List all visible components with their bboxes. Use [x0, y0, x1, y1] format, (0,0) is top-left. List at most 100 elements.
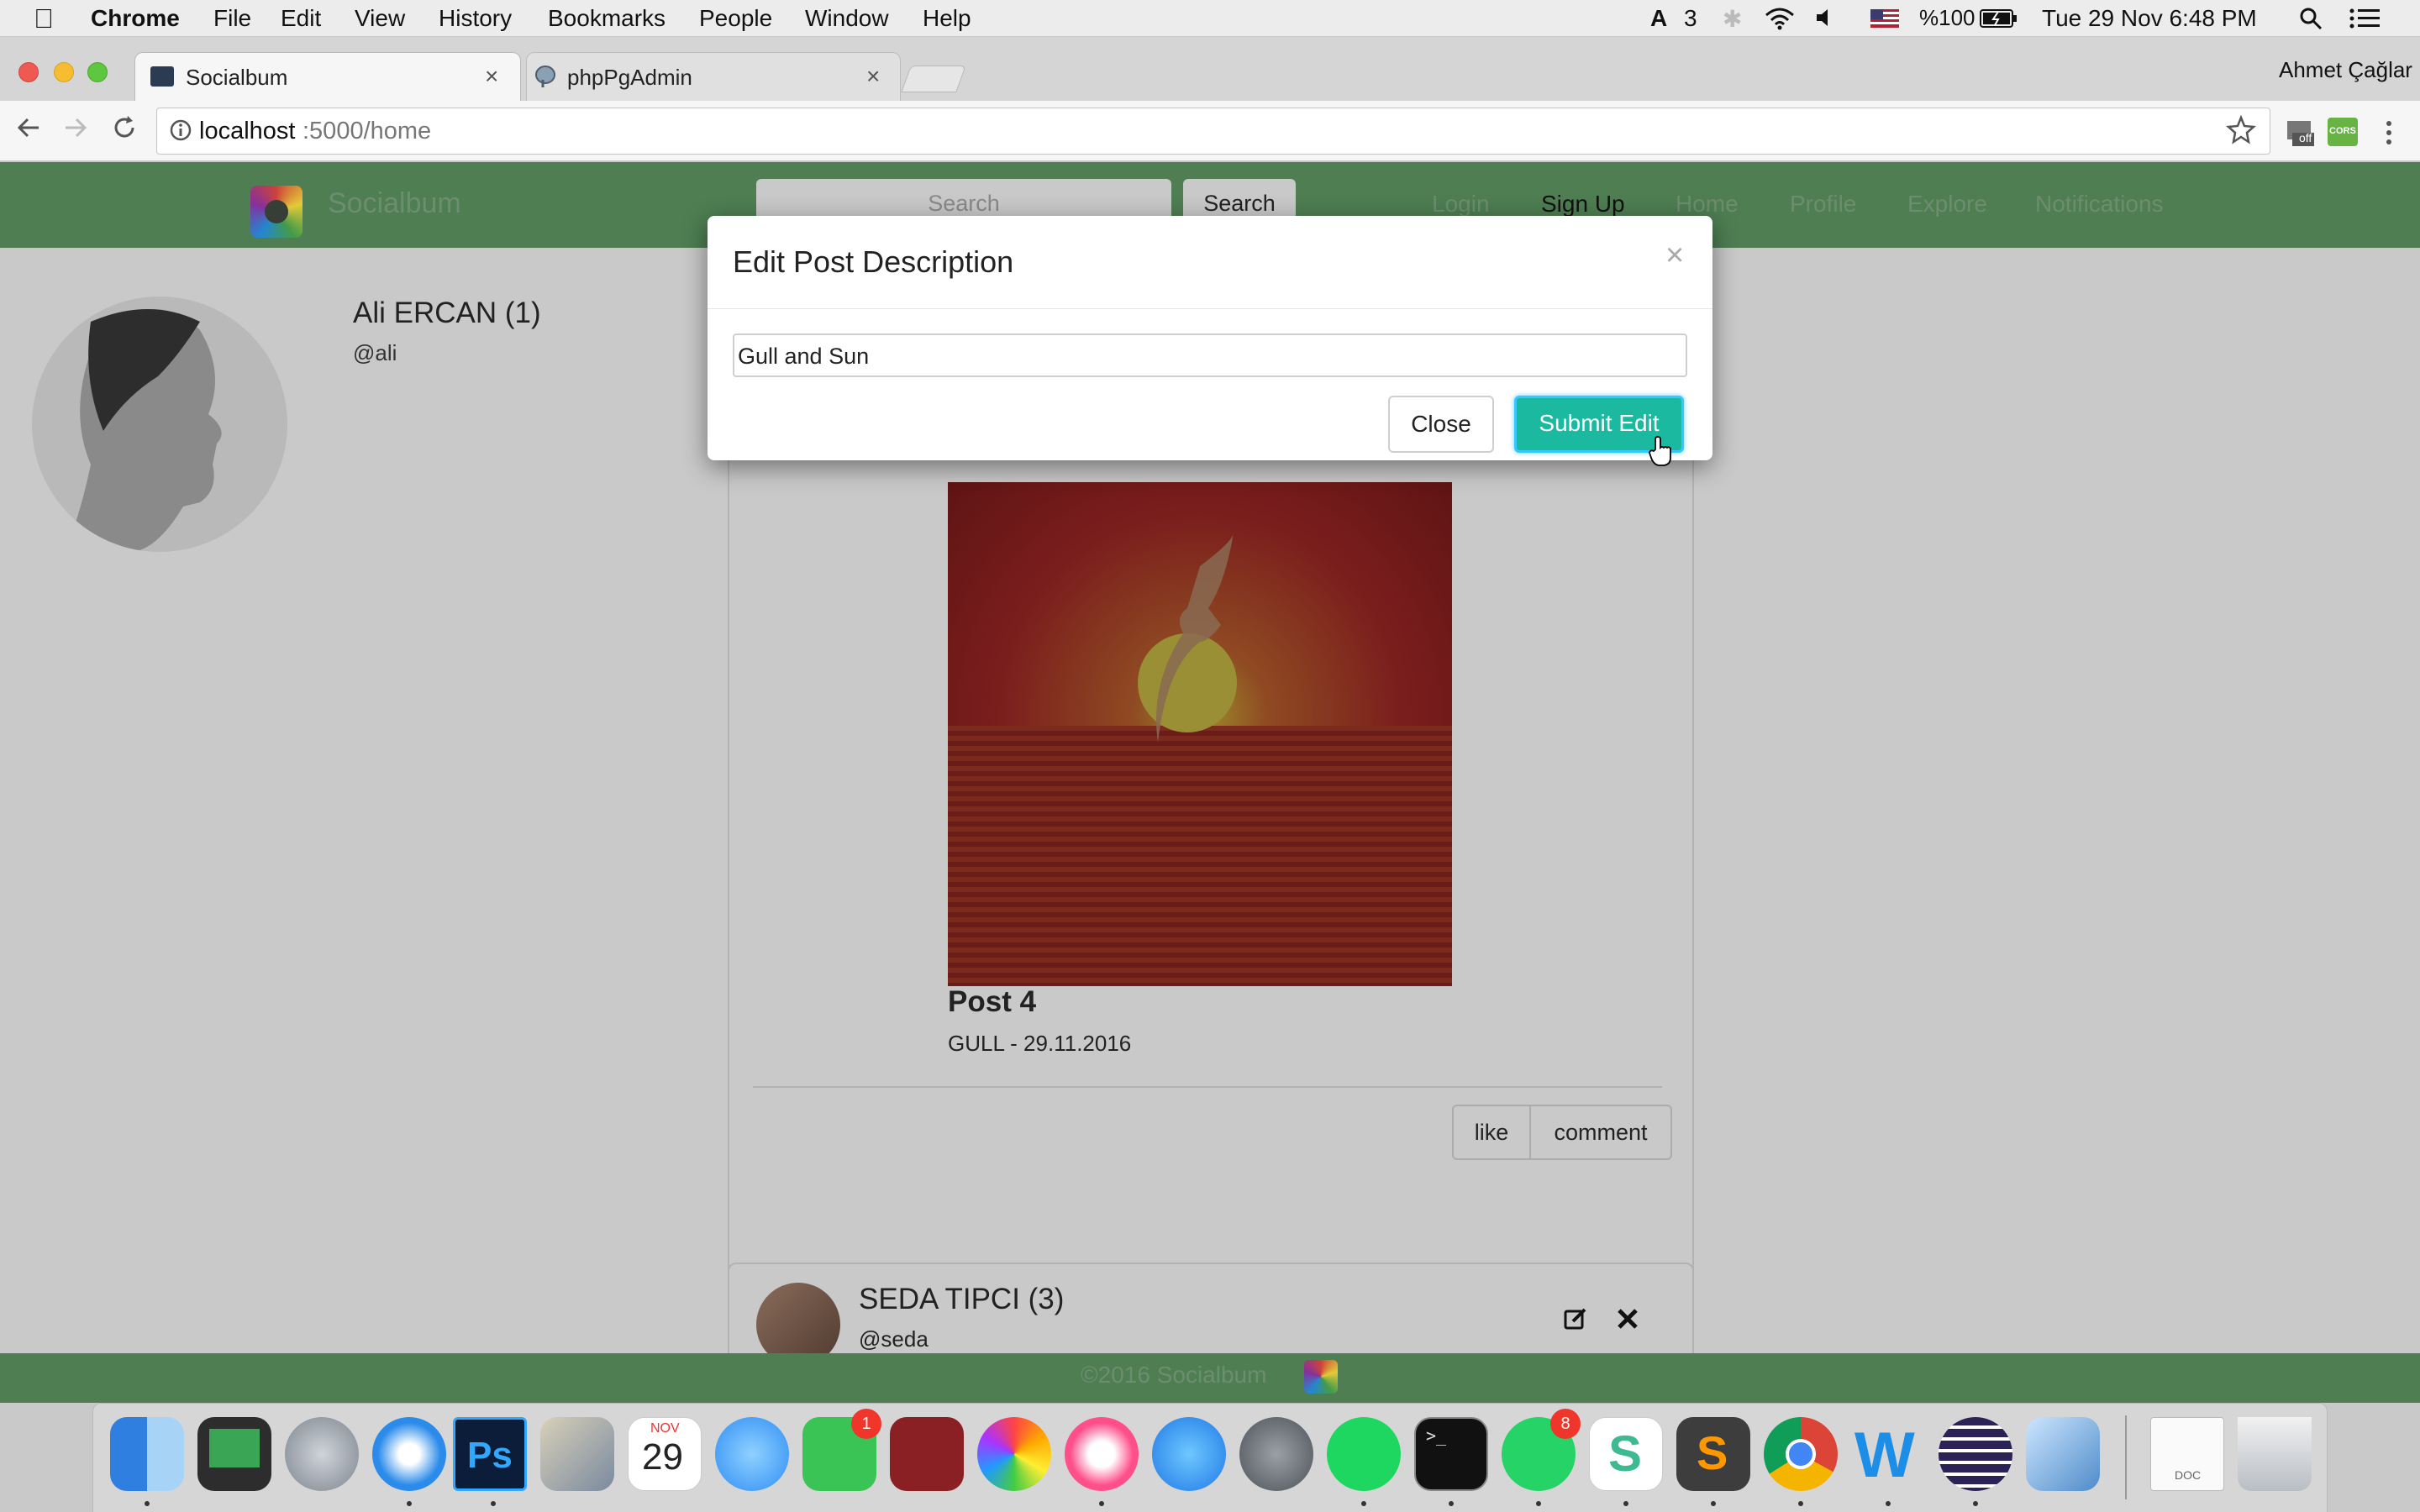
menu-help[interactable]: Help [923, 5, 971, 32]
site-info-icon[interactable] [169, 118, 192, 142]
url-path: :5000/home [302, 118, 432, 144]
post-image[interactable] [948, 482, 1452, 986]
battery-percent: %100 [1919, 5, 1975, 30]
activity-monitor-icon[interactable] [197, 1417, 271, 1491]
app-store-icon[interactable] [1152, 1417, 1226, 1491]
slack-icon[interactable]: S [1589, 1417, 1663, 1491]
macos-dock: Ps NOV 29 1 >_ 8 S S W DOC [92, 1403, 2328, 1512]
nav-notifications[interactable]: Notifications [2035, 191, 2164, 218]
nav-explore[interactable]: Explore [1907, 191, 1987, 218]
itunes-icon[interactable] [1065, 1417, 1139, 1491]
macos-menu-bar:  Chrome File Edit View History Bookmark… [0, 0, 2420, 37]
system-preferences-icon[interactable] [1239, 1417, 1313, 1491]
window-close-button[interactable] [18, 62, 39, 82]
back-icon[interactable] [13, 113, 44, 143]
post-divider [753, 1086, 1662, 1088]
profile-avatar [32, 297, 287, 552]
forward-icon[interactable] [60, 113, 91, 143]
spotify-icon[interactable] [1327, 1417, 1401, 1491]
bookmark-star-icon[interactable] [2226, 115, 2256, 145]
site-footer: ©2016 Socialbum [0, 1353, 2420, 1403]
apple-icon[interactable]:  [34, 3, 54, 34]
modal-close-button[interactable]: Close [1388, 396, 1494, 453]
battery-icon[interactable] [1980, 9, 2018, 28]
address-bar[interactable]: localhost :5000/home [156, 108, 2270, 155]
reload-icon[interactable] [109, 113, 139, 143]
photoshop-icon[interactable]: Ps [453, 1417, 527, 1491]
dock-separator [2125, 1415, 2127, 1499]
edit-post-modal: Edit Post Description × Gull and Sun Clo… [708, 216, 1712, 466]
hand-cursor-icon [1649, 436, 1674, 466]
tab-phppgadmin[interactable]: phpPgAdmin × [526, 52, 901, 101]
extension-cors-icon[interactable]: CORS [2328, 118, 2358, 146]
window-zoom-button[interactable] [87, 62, 108, 82]
tab-close-icon[interactable]: × [485, 63, 498, 90]
calendar-icon[interactable]: NOV 29 [628, 1417, 702, 1491]
chrome-menu-icon[interactable] [2383, 116, 2395, 150]
like-button[interactable]: like [1452, 1105, 1531, 1160]
spotlight-search-icon[interactable] [2299, 7, 2323, 30]
clock[interactable]: Tue 29 Nov 6:48 PM [2042, 5, 2257, 32]
profile-name[interactable]: Ahmet Çağlar [2279, 57, 2412, 83]
launchpad-icon[interactable] [285, 1417, 359, 1491]
menu-edit[interactable]: Edit [281, 5, 321, 32]
menu-window[interactable]: Window [805, 5, 889, 32]
gull-icon [1156, 533, 1234, 743]
socialbum-logo-icon[interactable] [250, 186, 302, 238]
notification-center-icon[interactable] [2349, 8, 2380, 29]
edit-icon[interactable] [1563, 1306, 1588, 1331]
delete-icon[interactable] [1615, 1306, 1640, 1331]
window-minimize-button[interactable] [54, 62, 74, 82]
wifi-icon[interactable] [1765, 7, 1795, 30]
terminal-favicon-icon [150, 66, 174, 87]
comment-button[interactable]: comment [1529, 1105, 1672, 1160]
nav-home[interactable]: Home [1676, 191, 1739, 218]
modal-title: Edit Post Description [733, 244, 1014, 279]
footer-logo-icon [1304, 1360, 1338, 1394]
trash-icon[interactable] [2238, 1417, 2312, 1491]
bluetooth-icon[interactable]: ✱ [1723, 5, 1742, 33]
messages-icon[interactable] [715, 1417, 789, 1491]
modal-header-divider [708, 308, 1712, 309]
safari-icon[interactable] [372, 1417, 446, 1491]
document-icon[interactable]: DOC [2150, 1417, 2224, 1491]
photos-icon[interactable] [977, 1417, 1051, 1491]
new-tab-button[interactable] [901, 66, 966, 92]
photo-booth-icon[interactable] [890, 1417, 964, 1491]
webstorm-icon[interactable]: W [1851, 1417, 1925, 1491]
menu-people[interactable]: People [699, 5, 772, 32]
chrome-icon[interactable] [1764, 1417, 1838, 1491]
footer-copyright: ©2016 Socialbum [1081, 1362, 1267, 1388]
whatsapp-badge: 8 [1550, 1409, 1581, 1439]
us-flag-icon[interactable] [1870, 9, 1899, 28]
nav-signup[interactable]: Sign Up [1541, 191, 1625, 218]
post-description: GULL - 29.11.2016 [948, 1031, 1132, 1056]
tab-socialbum[interactable]: Socialbum × [134, 52, 521, 101]
mail-icon[interactable] [540, 1417, 614, 1491]
nav-profile[interactable]: Profile [1790, 191, 1856, 218]
profile-handle: @ali [353, 340, 397, 365]
terminal-icon[interactable]: >_ [1414, 1417, 1488, 1491]
description-input[interactable]: Gull and Sun [733, 333, 1687, 377]
modal-close-icon[interactable]: × [1665, 238, 1684, 274]
preview-icon[interactable] [2026, 1417, 2100, 1491]
next-post-author: SEDA TIPCI (3) [859, 1283, 1065, 1315]
tab-close-icon[interactable]: × [866, 63, 880, 90]
brand-name[interactable]: Socialbum [328, 187, 461, 220]
tab-title: phpPgAdmin [567, 65, 692, 90]
menu-history[interactable]: History [439, 5, 512, 32]
nav-login[interactable]: Login [1432, 191, 1490, 218]
menu-file[interactable]: File [213, 5, 251, 32]
menu-bookmarks[interactable]: Bookmarks [548, 5, 666, 32]
post-title: Post 4 [948, 985, 1037, 1018]
url-host: localhost [199, 118, 296, 144]
menu-view[interactable]: View [355, 5, 405, 32]
sublime-text-icon[interactable]: S [1676, 1417, 1750, 1491]
menu-app-name[interactable]: Chrome [91, 5, 180, 32]
next-post-handle: @seda [859, 1326, 929, 1352]
adobe-icon[interactable]: A [1650, 5, 1667, 32]
volume-icon[interactable] [1815, 7, 1837, 29]
extension-off-icon[interactable]: off [2282, 116, 2316, 150]
eclipse-icon[interactable] [1939, 1417, 2012, 1491]
finder-icon[interactable] [110, 1417, 184, 1491]
